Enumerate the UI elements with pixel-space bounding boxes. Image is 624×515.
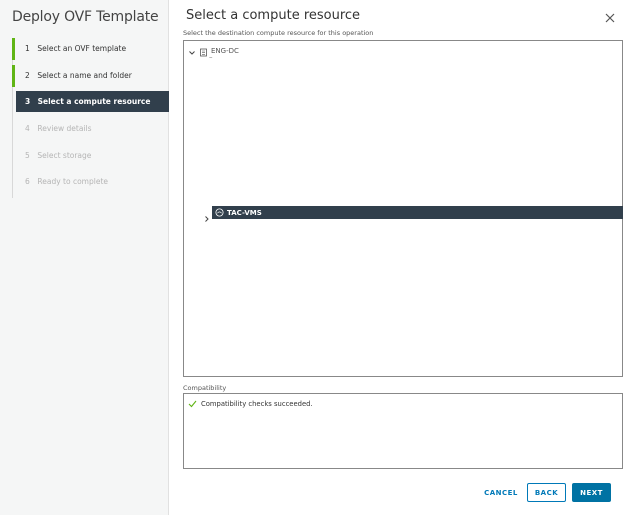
step-select-storage: 5 Select storage [13,145,169,172]
tree-node-label: ENG-DC [211,47,239,55]
cancel-button[interactable]: CANCEL [481,483,521,502]
step-label: Select a compute resource [37,97,151,107]
compute-resource-tree[interactable]: ENG-DC – TAC-VMS [183,40,623,377]
chevron-down-icon[interactable] [188,42,196,61]
compatibility-text: Compatibility checks succeeded. [201,400,313,408]
step-number: 5 [25,150,30,160]
step-number: 2 [25,70,30,80]
tree-placeholder: – [209,53,213,61]
wizard-steps: 1 Select an OVF template 2 Select a name… [12,38,169,199]
tree-node-tac-vms[interactable]: TAC-VMS [212,206,623,219]
step-label: Select an OVF template [37,44,127,53]
step-number: 3 [25,97,31,107]
tree-node-eng-dc[interactable]: ENG-DC [188,45,239,57]
step-select-ovf-template[interactable]: 1 Select an OVF template [12,38,169,60]
back-button[interactable]: BACK [527,483,566,502]
wizard-content: Select a compute resource Select the des… [169,0,624,515]
step-number: 4 [25,124,30,134]
datacenter-icon [199,42,208,61]
next-button[interactable]: NEXT [572,483,611,502]
compatibility-label: Compatibility [183,384,227,392]
step-number: 1 [25,44,30,53]
close-icon[interactable] [603,10,617,24]
step-label: Select a name and folder [37,70,132,80]
compatibility-message: Compatibility checks succeeded. [188,400,313,408]
step-ready-to-complete: 6 Ready to complete [13,171,169,198]
check-icon [188,400,197,408]
wizard-sidebar: Deploy OVF Template 1 Select an OVF temp… [0,0,169,515]
step-number: 6 [25,177,30,187]
step-review-details: 4 Review details [13,118,169,145]
instruction-text: Select the destination compute resource … [183,29,374,37]
tree-node-label: TAC-VMS [227,208,262,217]
step-label: Select storage [37,150,92,160]
deploy-ovf-wizard: Deploy OVF Template 1 Select an OVF temp… [0,0,624,515]
compatibility-panel: Compatibility checks succeeded. [183,393,623,469]
step-select-name-and-folder[interactable]: 2 Select a name and folder [12,64,169,87]
step-label: Ready to complete [37,177,109,187]
wizard-title: Deploy OVF Template [12,9,159,25]
page-title: Select a compute resource [186,8,361,23]
step-label: Review details [37,124,92,134]
step-select-compute-resource[interactable]: 3 Select a compute resource [16,91,169,113]
resource-pool-icon [215,208,224,217]
chevron-right-icon[interactable] [203,208,211,227]
